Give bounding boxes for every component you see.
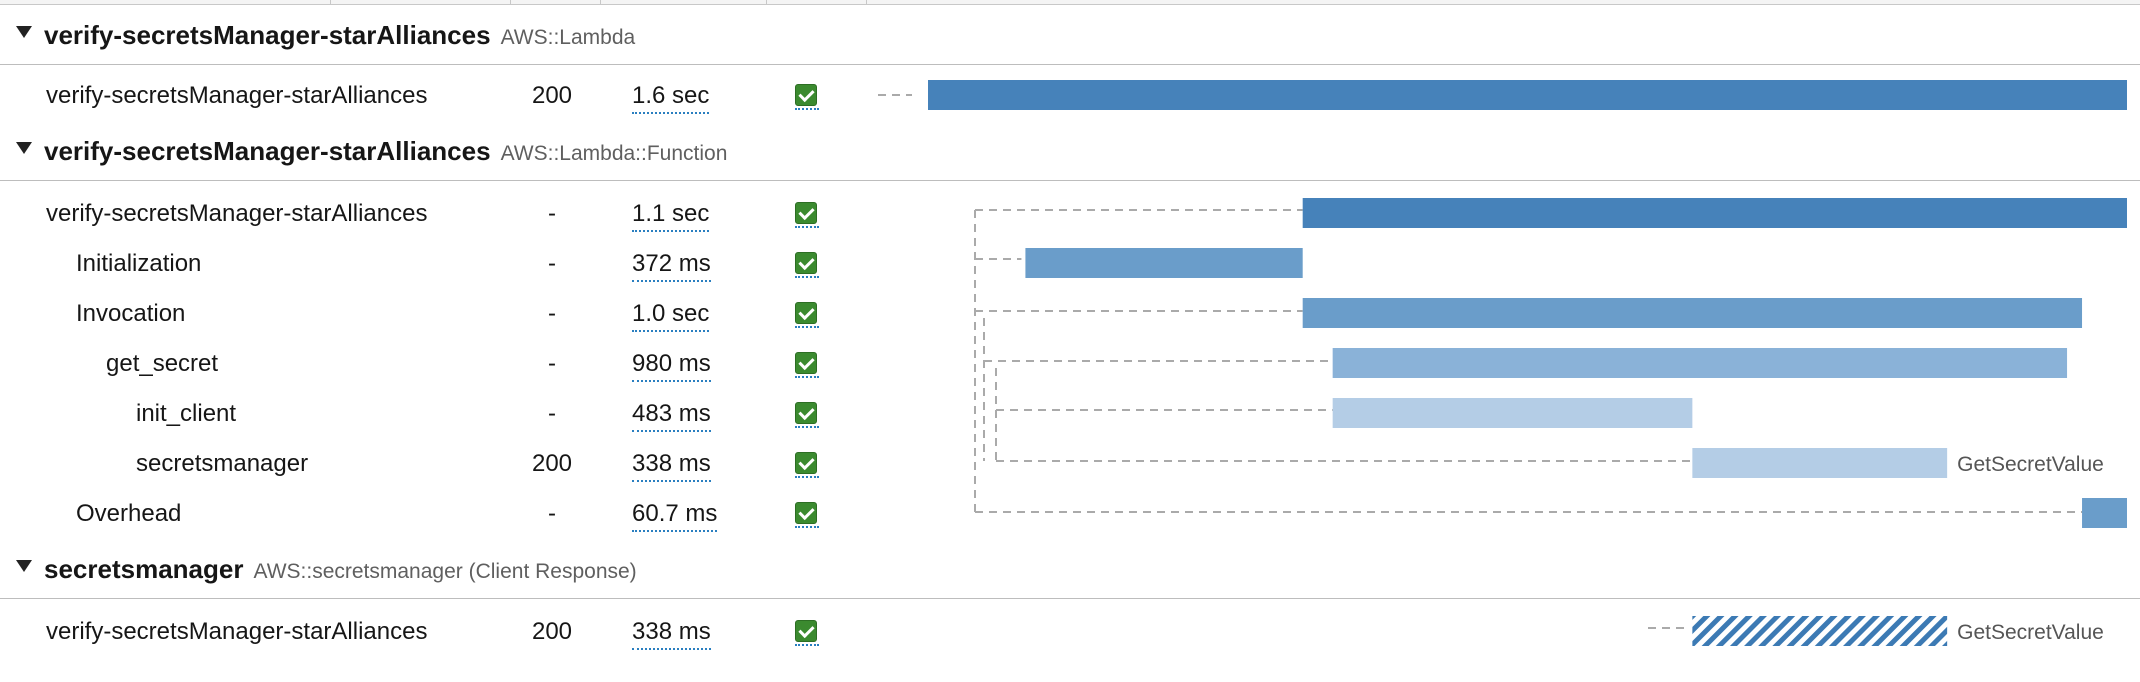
timeline-bar[interactable] [1692, 448, 1948, 478]
timeline-bar[interactable] [1692, 616, 1948, 646]
timeline-bars: GetSecretValue GetSecretValue [928, 80, 2127, 646]
timeline-bar[interactable] [1302, 198, 2127, 228]
timeline-bar[interactable] [1025, 248, 1303, 278]
timeline-bar[interactable] [928, 80, 2127, 110]
timeline-bar-label: GetSecretValue [1957, 453, 2104, 476]
timeline-bar[interactable] [1302, 298, 2083, 328]
timeline-bar[interactable] [1332, 398, 1693, 428]
timeline-bar[interactable] [2082, 498, 2127, 528]
timeline-bar[interactable] [1332, 348, 2068, 378]
trace-timeline-view: verify-secretsManager-starAlliances AWS::… [0, 0, 2140, 682]
timeline-bar-label: GetSecretValue [1957, 621, 2104, 644]
timeline-chart: GetSecretValue GetSecretValue [878, 80, 2127, 646]
